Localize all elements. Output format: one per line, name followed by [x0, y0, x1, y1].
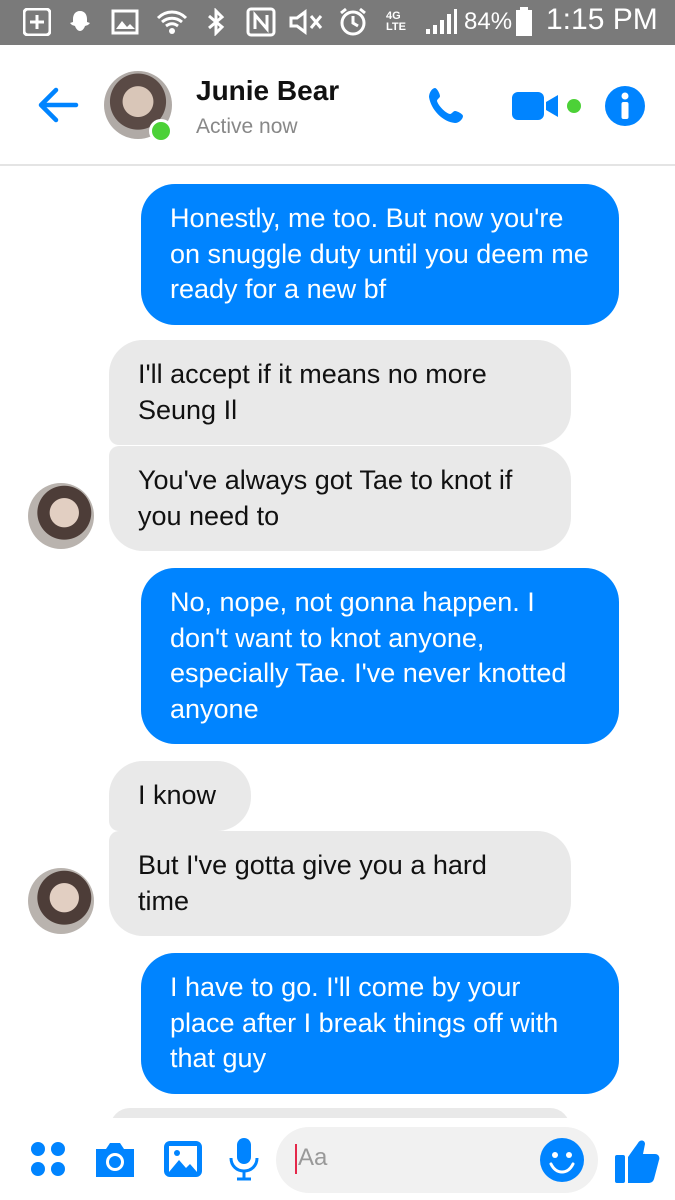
video-camera-icon[interactable] — [510, 87, 586, 125]
message-input[interactable]: Aa — [276, 1127, 598, 1193]
signal-icon — [423, 8, 459, 36]
contact-avatar — [28, 483, 94, 549]
network-label: 4G LTE — [386, 10, 406, 33]
gallery-icon — [110, 8, 140, 36]
battery-percent: 84% — [464, 8, 513, 35]
text-cursor — [295, 1144, 297, 1174]
back-arrow-icon[interactable] — [36, 83, 80, 127]
contact-name[interactable]: Junie Bear — [196, 75, 339, 107]
message-bubble-incoming[interactable]: I know — [109, 761, 251, 831]
message-input-placeholder: Aa — [298, 1144, 328, 1171]
thumbs-up-icon[interactable] — [612, 1132, 662, 1186]
message-bubble-outgoing[interactable]: I have to go. I'll come by your place af… — [141, 953, 619, 1094]
conversation-header: Junie Bear Active now — [0, 45, 675, 166]
status-bar: 4G LTE 84% 1:15 PM — [0, 0, 675, 45]
nfc-icon — [245, 7, 277, 37]
snapchat-icon — [66, 8, 94, 36]
mute-icon — [286, 8, 326, 36]
presence-status: Active now — [196, 115, 298, 138]
bluetooth-icon — [203, 8, 229, 36]
composer-bar: Aa — [0, 1118, 675, 1200]
phone-icon[interactable] — [424, 83, 470, 129]
message-bubble-incoming[interactable]: But I've gotta give you a hard time — [109, 831, 571, 936]
message-bubble-incoming[interactable]: I'll accept if it means no more Seung Il — [109, 340, 571, 445]
contact-avatar — [28, 868, 94, 934]
camera-icon[interactable] — [92, 1138, 138, 1180]
message-bubble-outgoing[interactable]: Honestly, me too. But now you're on snug… — [141, 184, 619, 325]
clock: 1:15 PM — [546, 3, 658, 36]
apps-grid-icon[interactable] — [28, 1139, 68, 1179]
image-icon[interactable] — [162, 1138, 204, 1180]
info-icon[interactable] — [604, 85, 646, 127]
alarm-icon — [337, 7, 369, 36]
plus-icon — [22, 8, 52, 36]
microphone-icon[interactable] — [228, 1136, 260, 1182]
wifi-icon — [155, 8, 189, 36]
message-bubble-outgoing[interactable]: No, nope, not gonna happen. I don't want… — [141, 568, 619, 744]
battery-icon — [514, 7, 534, 36]
message-bubble-incoming[interactable]: You've always got Tae to knot if you nee… — [109, 446, 571, 551]
emoji-icon[interactable] — [538, 1136, 586, 1184]
active-status-dot — [149, 119, 173, 143]
